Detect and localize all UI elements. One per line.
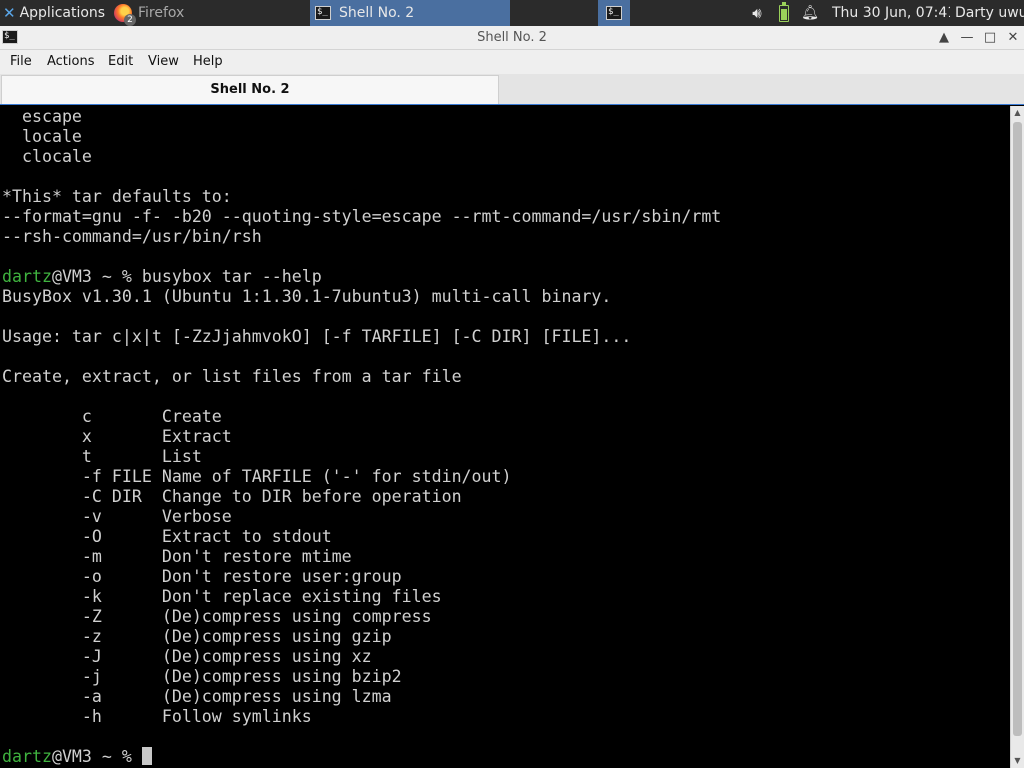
text-cursor	[141, 747, 152, 765]
menu-edit[interactable]: Edit	[108, 54, 133, 69]
menu-help[interactable]: Help	[193, 54, 223, 69]
terminal-line-text: --rsh-command=/usr/bin/rsh	[2, 227, 262, 246]
menubar: File Actions Edit View Help	[0, 50, 1024, 74]
terminal-line-text: -C DIR Change to DIR before operation	[2, 487, 462, 506]
window-count-badge: 2	[124, 14, 136, 26]
window-shade-button[interactable]: ▲	[934, 28, 954, 48]
terminal-line-text: c Create	[2, 407, 222, 426]
terminal-line-text: locale	[2, 127, 82, 146]
terminal-line: -C DIR Change to DIR before operation	[2, 487, 462, 507]
terminal-line-text: -a (De)compress using lzma	[2, 687, 392, 706]
terminal-line-text: busybox tar --help	[141, 267, 322, 286]
terminal-line: Create, extract, or list files from a ta…	[2, 367, 462, 387]
terminal-line: -o Don't restore user:group	[2, 567, 402, 587]
terminal-line-text: -v Verbose	[2, 507, 232, 526]
terminal-line: -Z (De)compress using compress	[2, 607, 432, 627]
applications-menu-button[interactable]: ✕ Applications	[0, 0, 110, 26]
menu-view[interactable]: View	[148, 54, 179, 69]
terminal-line-text: -m Don't restore mtime	[2, 547, 352, 566]
terminal-line: t List	[2, 447, 202, 467]
terminal-line: -h Follow symlinks	[2, 707, 312, 727]
terminal-line: -m Don't restore mtime	[2, 547, 352, 567]
window-titlebar[interactable]: $_ Shell No. 2 ▲ — □ ✕	[0, 26, 1024, 50]
terminal-line-text: clocale	[2, 147, 92, 166]
terminal-output[interactable]: escape locale clocale *This* tar defaults…	[0, 106, 1010, 768]
user-menu[interactable]: Darty uwu	[955, 0, 1024, 26]
vertical-scrollbar[interactable]: ▲ ▼	[1010, 106, 1024, 768]
terminal-line-text: -J (De)compress using xz	[2, 647, 372, 666]
terminal-line-text: escape	[2, 107, 82, 126]
scrollbar-thumb[interactable]	[1013, 122, 1022, 736]
xfce-logo-icon: ✕	[3, 4, 16, 22]
scroll-up-arrow-icon[interactable]: ▲	[1011, 106, 1024, 120]
terminal-line-text: Usage: tar c|x|t [-ZzJjahmvokO] [-f TARF…	[2, 327, 632, 346]
terminal-line-text: -f FILE Name of TARFILE ('-' for stdin/o…	[2, 467, 512, 486]
terminal-line: -j (De)compress using bzip2	[2, 667, 402, 687]
taskbar-firefox-button[interactable]: 2 Firefox	[110, 0, 308, 26]
terminal-line-text: -j (De)compress using bzip2	[2, 667, 402, 686]
terminal-line-text: -h Follow symlinks	[2, 707, 312, 726]
terminal-icon: $_	[606, 6, 622, 20]
menu-file[interactable]: File	[10, 54, 32, 69]
tab-bar: Shell No. 2	[0, 74, 1024, 105]
prompt-username: dartz	[2, 747, 52, 766]
terminal-line-text: *This* tar defaults to:	[2, 187, 232, 206]
terminal-line-text: -z (De)compress using gzip	[2, 627, 392, 646]
terminal-prompt-line[interactable]: dartz@VM3 ~ %	[2, 747, 152, 767]
prompt-host: @VM3 ~ %	[51, 267, 142, 286]
terminal-line: -f FILE Name of TARFILE ('-' for stdin/o…	[2, 467, 512, 487]
terminal-line-text: BusyBox v1.30.1 (Ubuntu 1:1.30.1-7ubuntu…	[2, 287, 612, 306]
notification-bell-icon[interactable]: 🔔︎	[800, 0, 820, 26]
terminal-line: x Extract	[2, 427, 232, 447]
window-maximize-button[interactable]: □	[980, 28, 1000, 48]
terminal-line-text: -Z (De)compress using compress	[2, 607, 432, 626]
terminal-line: -O Extract to stdout	[2, 527, 332, 547]
terminal-line-text: --format=gnu -f- -b20 --quoting-style=es…	[2, 207, 722, 226]
clock[interactable]: Thu 30 Jun, 07:41	[832, 0, 950, 26]
window-title: Shell No. 2	[477, 30, 547, 45]
terminal-line-text: Create, extract, or list files from a ta…	[2, 367, 462, 386]
terminal-line-text: t List	[2, 447, 202, 466]
terminal-line: locale	[2, 127, 82, 147]
terminal-line-text: -O Extract to stdout	[2, 527, 332, 546]
scroll-down-arrow-icon[interactable]: ▼	[1011, 754, 1024, 768]
terminal-line: BusyBox v1.30.1 (Ubuntu 1:1.30.1-7ubuntu…	[2, 287, 611, 307]
applications-label: Applications	[19, 5, 106, 21]
taskbar-shell-button[interactable]: $_ Shell No. 2	[310, 0, 510, 26]
volume-icon[interactable]: 🔊︎	[746, 0, 768, 26]
terminal-line: *This* tar defaults to:	[2, 187, 232, 207]
terminal-line: Usage: tar c|x|t [-ZzJjahmvokO] [-f TARF…	[2, 327, 631, 347]
terminal-line: -J (De)compress using xz	[2, 647, 372, 667]
top-panel: ✕ Applications 2 Firefox $_ Shell No. 2 …	[0, 0, 1024, 26]
terminal-icon: $_	[315, 6, 331, 20]
terminal-line: dartz@VM3 ~ % busybox tar --help	[2, 267, 322, 287]
prompt-host: @VM3 ~ %	[51, 747, 142, 766]
window-close-button[interactable]: ✕	[1003, 28, 1023, 48]
terminal-line: escape	[2, 107, 82, 127]
terminal-launcher-button[interactable]: $_	[598, 0, 630, 26]
taskbar-shell-label: Shell No. 2	[339, 5, 415, 21]
terminal-line: -z (De)compress using gzip	[2, 627, 392, 647]
terminal-line-text: -o Don't restore user:group	[2, 567, 402, 586]
terminal-line: --rsh-command=/usr/bin/rsh	[2, 227, 262, 247]
terminal-line: c Create	[2, 407, 222, 427]
firefox-icon: 2	[114, 4, 136, 26]
terminal-line-text: -k Don't replace existing files	[2, 587, 442, 606]
prompt-username: dartz	[2, 267, 52, 286]
tab-shell-no-2[interactable]: Shell No. 2	[1, 75, 499, 104]
terminal-line-text: x Extract	[2, 427, 232, 446]
terminal-line: -a (De)compress using lzma	[2, 687, 392, 707]
battery-icon[interactable]	[776, 0, 792, 26]
window-minimize-button[interactable]: —	[957, 28, 977, 48]
terminal-line: -k Don't replace existing files	[2, 587, 442, 607]
menu-actions[interactable]: Actions	[47, 54, 95, 69]
taskbar-firefox-label: Firefox	[138, 5, 185, 21]
terminal-line: --format=gnu -f- -b20 --quoting-style=es…	[2, 207, 721, 227]
terminal-line: clocale	[2, 147, 92, 167]
terminal-line: -v Verbose	[2, 507, 232, 527]
